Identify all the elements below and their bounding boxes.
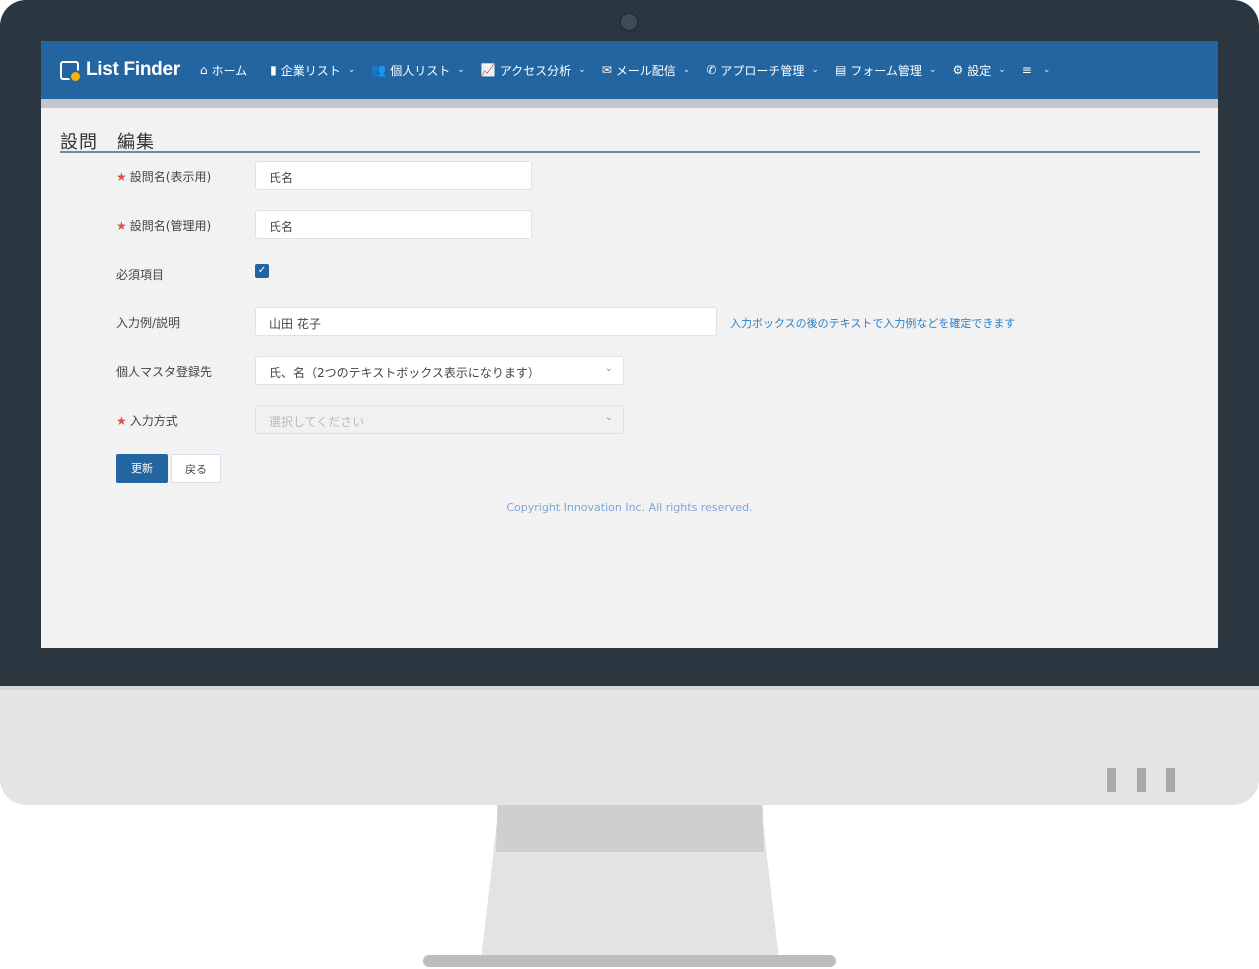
gear-icon: ⚙: [952, 63, 964, 77]
nav-item-label: 企業リスト: [280, 63, 341, 78]
nav-item-label: アプローチ管理: [720, 63, 805, 78]
form-row-input-type: ★ 入力方式 選択してください ⌄: [41, 405, 1218, 435]
home-icon: ⌂: [199, 63, 208, 77]
hardware-button-icon: [1137, 768, 1146, 792]
input-type-placeholder: 選択してください: [269, 415, 365, 429]
chin-divider: [0, 686, 1259, 690]
update-button[interactable]: 更新: [116, 454, 168, 483]
chevron-down-icon: ⌄: [604, 363, 613, 374]
chevron-down-icon: ⌄: [928, 65, 937, 75]
hardware-button-icon: [1166, 768, 1175, 792]
envelope-icon: ✉: [601, 63, 612, 77]
back-button[interactable]: 戻る: [171, 454, 221, 483]
nav-item-envelope[interactable]: ✉ メール配信 ⌄: [602, 62, 691, 79]
chevron-down-icon: ⌄: [578, 65, 586, 75]
required-checkbox[interactable]: ✓: [255, 264, 269, 278]
navbar-shadow: [41, 99, 1218, 108]
monitor-chin: [0, 686, 1259, 805]
brand-name: List Finder: [86, 59, 180, 80]
title-divider: [60, 151, 1200, 153]
copyright-text: Copyright Innovation Inc. All rights res…: [506, 501, 753, 514]
nav-item-home[interactable]: ⌂ ホーム: [200, 62, 254, 79]
master-select-value: 氏、名（2つのテキストボックス表示になります）: [269, 366, 540, 380]
display-name-label: 設問名(表示用): [129, 170, 212, 184]
form-row-example: 入力例/説明 山田 花子 入力ボックスの後のテキストで入力例などを確定できます: [41, 307, 1218, 337]
field-label: ★ 設問名(表示用): [116, 168, 211, 185]
nav-item-users[interactable]: 👥 個人リスト ⌄: [371, 62, 465, 79]
brand-logo[interactable]: List Finder: [60, 59, 180, 83]
nav-item-label: 個人リスト: [390, 63, 451, 78]
building-icon: ▮: [270, 63, 277, 77]
camera-icon: [619, 12, 639, 32]
nav-item-label: アクセス分析: [499, 63, 572, 78]
nav-item-label: フォーム管理: [850, 63, 922, 78]
form-icon: ▤: [834, 63, 847, 77]
top-navbar: List Finder ⌂ ホーム ▮ 企業リスト ⌄ 👥 個人リスト ⌄ 📈 アクセス分析 ⌄ ✉ メ…: [41, 41, 1218, 99]
stand-shadow: [496, 805, 764, 852]
input-type-label: 入力方式: [129, 414, 178, 428]
phone-icon: ✆: [706, 63, 717, 77]
nav-item-gear[interactable]: ⚙ 設定 ⌄: [952, 62, 1005, 79]
chevron-down-icon: ⌄: [682, 65, 691, 75]
input-type-select[interactable]: 選択してください ⌄: [255, 405, 624, 434]
nav-item-menu[interactable]: ≡ ⌄: [1022, 63, 1051, 77]
nav-item-building[interactable]: ▮ 企業リスト ⌄: [270, 62, 355, 79]
nav-item-label: メール配信: [615, 63, 676, 78]
master-select[interactable]: 氏、名（2つのテキストボックス表示になります） ⌄: [255, 356, 624, 385]
screen: List Finder ⌂ ホーム ▮ 企業リスト ⌄ 👥 個人リスト ⌄ 📈 アクセス分析 ⌄ ✉ メ…: [41, 41, 1218, 648]
list-finder-logo-icon: [60, 60, 82, 83]
form-row-required: 必須項目 ✓: [41, 259, 1218, 289]
field-label: ★ 入力方式: [116, 412, 178, 429]
chevron-down-icon: ⌄: [811, 65, 819, 75]
example-hint: 入力ボックスの後のテキストで入力例などを確定できます: [730, 317, 1016, 330]
chevron-down-icon: ⌄: [457, 65, 465, 75]
chart-icon: 📈: [480, 63, 496, 77]
chevron-down-icon: ⌄: [1042, 65, 1051, 75]
nav-menu: ⌂ ホーム ▮ 企業リスト ⌄ 👥 個人リスト ⌄ 📈 アクセス分析 ⌄ ✉ メール配信 ⌄ ✆ アプローチ管…: [200, 62, 1067, 79]
hardware-button-icon: [1107, 768, 1116, 792]
users-icon: 👥: [371, 63, 387, 77]
admin-name-label: 設問名(管理用): [129, 219, 212, 233]
menu-icon: ≡: [1021, 63, 1032, 77]
required-label: 必須項目: [116, 268, 165, 282]
required-star-icon: ★: [116, 170, 127, 184]
nav-item-chart[interactable]: 📈 アクセス分析 ⌄: [481, 62, 586, 79]
example-label: 入力例/説明: [116, 316, 181, 330]
nav-item-form[interactable]: ▤ フォーム管理 ⌄: [835, 62, 937, 79]
form-row-master: 個人マスタ登録先 氏、名（2つのテキストボックス表示になります） ⌄: [41, 356, 1218, 386]
nav-item-label: ホーム: [211, 63, 248, 78]
nav-item-label: 設定: [967, 63, 992, 78]
form-row-display-name: ★ 設問名(表示用) 氏名: [41, 161, 1218, 191]
admin-name-input[interactable]: 氏名: [255, 210, 532, 239]
example-input[interactable]: 山田 花子: [255, 307, 717, 336]
chevron-down-icon: ⌄: [347, 65, 356, 75]
nav-item-phone[interactable]: ✆ アプローチ管理 ⌄: [706, 62, 819, 79]
field-label: ★ 設問名(管理用): [116, 217, 211, 234]
chevron-down-icon: ⌄: [998, 65, 1006, 75]
form-row-admin-name: ★ 設問名(管理用) 氏名: [41, 210, 1218, 240]
required-star-icon: ★: [116, 219, 127, 233]
chevron-down-icon: ⌄: [604, 412, 613, 423]
master-label: 個人マスタ登録先: [116, 365, 213, 379]
monitor-base: [423, 955, 836, 967]
display-name-input[interactable]: 氏名: [255, 161, 532, 190]
required-star-icon: ★: [116, 414, 127, 428]
